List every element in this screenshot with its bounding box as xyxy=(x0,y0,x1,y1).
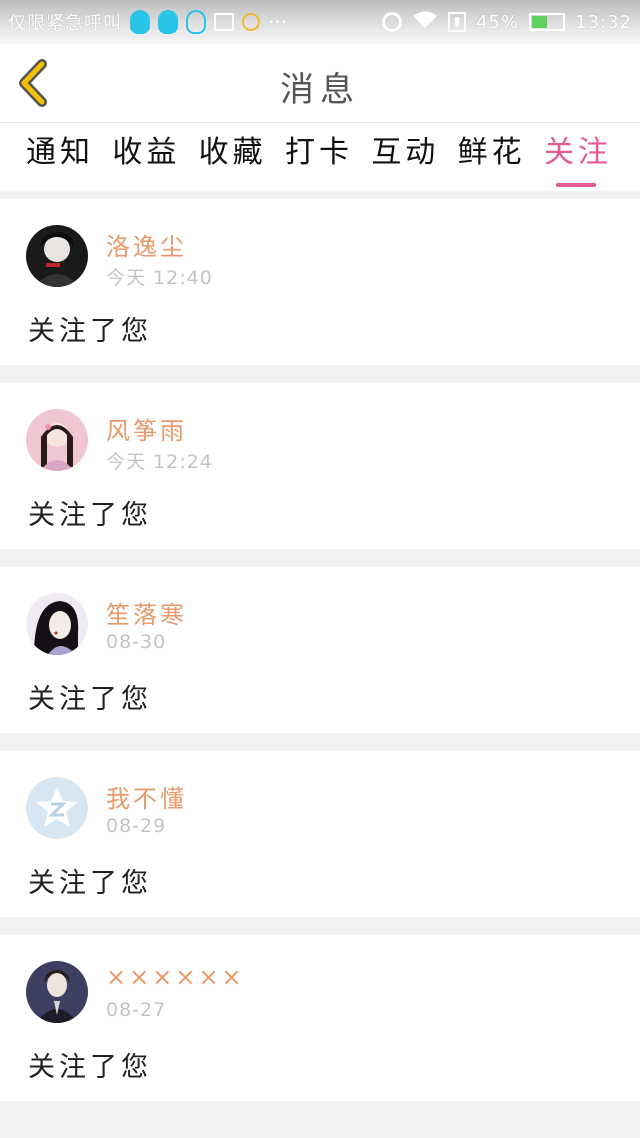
app-header: 消息 xyxy=(0,44,640,123)
battery-icon xyxy=(529,13,566,31)
wifi-icon xyxy=(412,10,438,35)
tab-label: 打卡 xyxy=(284,135,353,170)
tab-interaction[interactable]: 互动 xyxy=(371,123,439,191)
notification-item[interactable]: 笙落寒 08-30 关注了您 xyxy=(0,567,640,733)
clock: 13:32 xyxy=(575,11,632,33)
notification-item[interactable]: ×××××× 08-27 关注了您 xyxy=(0,935,640,1101)
avatar[interactable] xyxy=(26,777,88,839)
carrier-text: 仅限紧急呼叫 xyxy=(8,13,122,34)
message-text: 关注了您 xyxy=(28,1052,152,1083)
message-text: 关注了您 xyxy=(28,316,152,347)
notification-item[interactable]: 风筝雨 今天 12:24 关注了您 xyxy=(0,383,640,549)
tab-follow[interactable]: 关注 xyxy=(544,123,612,191)
avatar[interactable] xyxy=(26,225,88,287)
username[interactable]: ×××××× xyxy=(106,963,245,991)
bulb-icon xyxy=(242,13,260,31)
battery-fill xyxy=(532,16,547,28)
active-tab-indicator xyxy=(555,183,596,187)
message-text: 关注了您 xyxy=(28,684,152,715)
timestamp: 08-29 xyxy=(106,815,167,837)
avatar[interactable] xyxy=(26,593,88,655)
tab-label: 关注 xyxy=(543,135,612,170)
tab-label: 鲜花 xyxy=(457,135,526,170)
notification-item[interactable]: 洛逸尘 今天 12:40 关注了您 xyxy=(0,199,640,365)
message-text: 关注了您 xyxy=(28,868,152,899)
tab-label: 互动 xyxy=(371,135,440,170)
timestamp: 今天 12:24 xyxy=(106,451,213,473)
alarm-icon xyxy=(382,12,403,32)
qq-icon xyxy=(130,10,150,34)
tab-label: 收益 xyxy=(112,135,181,170)
qq-outline-icon xyxy=(186,10,206,34)
avatar[interactable] xyxy=(26,409,88,471)
page-title: 消息 xyxy=(280,70,360,110)
qq-icon-2 xyxy=(158,10,178,34)
tab-favorites[interactable]: 收藏 xyxy=(199,123,267,191)
username[interactable]: 笙落寒 xyxy=(106,595,187,630)
tab-flowers[interactable]: 鲜花 xyxy=(458,123,526,191)
notification-item[interactable]: 我不懂 08-29 关注了您 xyxy=(0,751,640,917)
timestamp: 08-27 xyxy=(106,999,167,1021)
avatar[interactable] xyxy=(26,961,88,1023)
more-dots-icon: ··· xyxy=(268,10,288,34)
tab-checkin[interactable]: 打卡 xyxy=(285,123,353,191)
battery-percent: 45% xyxy=(476,11,520,33)
username[interactable]: 洛逸尘 xyxy=(106,227,187,262)
timestamp: 今天 12:40 xyxy=(106,267,213,289)
sim-icon: ▮ xyxy=(448,12,467,32)
image-icon xyxy=(214,13,234,31)
tab-earnings[interactable]: 收益 xyxy=(112,123,180,191)
status-bar: 仅限紧急呼叫 ··· ▮ 45% 13:32 xyxy=(0,0,640,44)
message-text: 关注了您 xyxy=(28,500,152,531)
username[interactable]: 风筝雨 xyxy=(106,411,187,446)
tab-bar: 通知 收益 收藏 打卡 互动 鲜花 关注 xyxy=(0,123,640,191)
timestamp: 08-30 xyxy=(106,631,167,653)
notification-list: 洛逸尘 今天 12:40 关注了您 风筝雨 今天 12:24 关注了您 笙落寒 … xyxy=(0,199,640,1119)
tab-label: 通知 xyxy=(26,135,94,170)
username[interactable]: 我不懂 xyxy=(106,779,187,814)
tab-notice[interactable]: 通知 xyxy=(26,123,94,191)
tab-label: 收藏 xyxy=(198,135,267,170)
